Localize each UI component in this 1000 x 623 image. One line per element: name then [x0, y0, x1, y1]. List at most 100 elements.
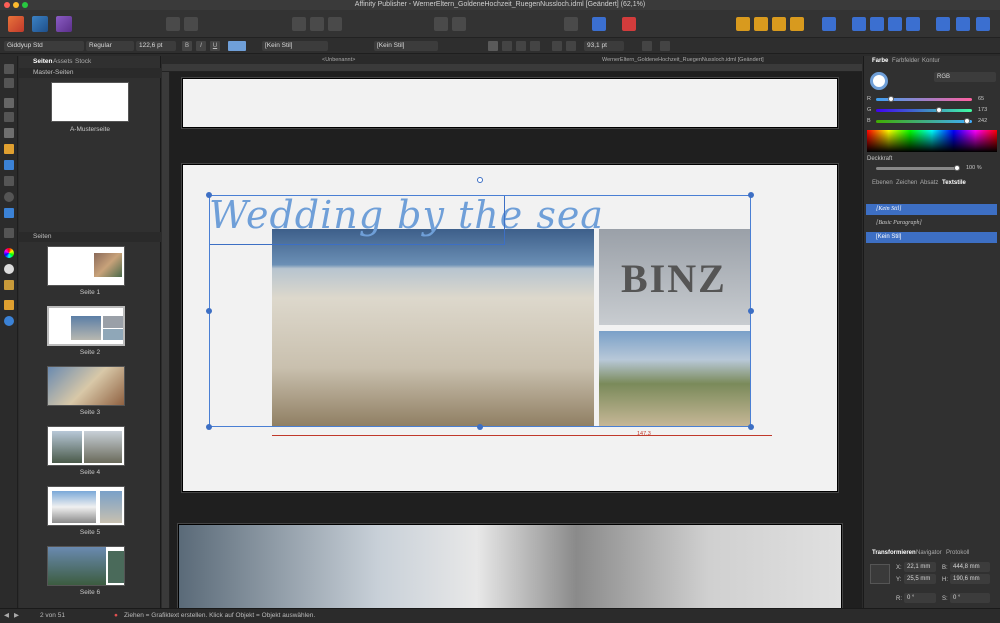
page-thumbnail-2[interactable] — [47, 306, 125, 346]
align-icon[interactable] — [822, 17, 836, 31]
master-pages-header[interactable]: Master-Seiten — [19, 68, 161, 78]
ellipse-frame-tool-icon[interactable] — [4, 192, 14, 202]
artistic-text-tool-icon[interactable] — [4, 128, 14, 138]
selection-handle-mid-left[interactable] — [206, 308, 212, 314]
fill-color-swatch[interactable] — [870, 72, 888, 90]
rotation-handle[interactable] — [477, 177, 483, 183]
fill-tool-icon[interactable] — [4, 248, 14, 258]
pages-header[interactable]: Seiten — [19, 232, 161, 242]
flip-vertical-icon[interactable] — [870, 17, 884, 31]
opacity-slider[interactable] — [876, 167, 960, 170]
vertical-ruler[interactable] — [162, 72, 170, 608]
boolean-intersect-icon[interactable] — [976, 17, 990, 31]
text-color-swatch[interactable] — [228, 41, 246, 51]
numbered-list-button[interactable] — [566, 41, 576, 51]
selection-handle-bottom-right[interactable] — [748, 424, 754, 430]
tab-assets[interactable]: Assets — [53, 58, 73, 65]
width-field[interactable]: 444,8 mm — [950, 562, 990, 572]
boolean-subtract-icon[interactable] — [956, 17, 970, 31]
rotate-left-icon[interactable] — [888, 17, 902, 31]
table-tool-icon[interactable] — [4, 112, 14, 122]
horizontal-ruler[interactable] — [162, 64, 862, 72]
color-model-select[interactable]: RGB — [934, 72, 996, 82]
transparency-tool-icon[interactable] — [4, 264, 14, 274]
x-field[interactable]: 22,1 mm — [904, 562, 936, 572]
spread-page-1[interactable] — [182, 78, 838, 128]
opacity-value[interactable]: 100 % — [966, 165, 982, 171]
place-image-tool-icon[interactable] — [4, 208, 14, 218]
tab-stock[interactable]: Stock — [75, 58, 91, 65]
text-frame-tool-icon[interactable] — [4, 98, 14, 108]
blue-slider-knob[interactable] — [964, 118, 970, 124]
pen-tool-icon[interactable] — [4, 144, 14, 154]
rotate-right-icon[interactable] — [906, 17, 920, 31]
justify-button[interactable] — [530, 41, 540, 51]
character-style-select[interactable]: [Kein Stil] — [262, 41, 328, 51]
selection-handle-mid-right[interactable] — [748, 308, 754, 314]
page-thumbnail-3[interactable] — [47, 366, 125, 406]
zoom-tool-icon[interactable] — [4, 316, 14, 326]
tab-seiten[interactable]: Seiten — [33, 58, 53, 65]
spread-page-3[interactable] — [178, 524, 842, 608]
flip-horizontal-icon[interactable] — [852, 17, 866, 31]
green-value[interactable]: 173 — [978, 107, 987, 113]
move-tool-icon[interactable] — [4, 64, 14, 74]
prev-page-icon[interactable]: ◀ — [4, 609, 9, 623]
text-style-row-1[interactable]: [Kein Stil] — [866, 204, 997, 215]
tab-textstile[interactable]: Textstile — [942, 180, 966, 186]
leading-field[interactable]: 93,1 pt — [584, 41, 624, 51]
paragraph-style-select[interactable]: [Kein Stil] — [374, 41, 438, 51]
page-thumbnail-4[interactable] — [47, 426, 125, 466]
tab-farbfelder[interactable]: Farbfelder — [892, 58, 919, 64]
height-field[interactable]: 190,6 mm — [950, 574, 990, 584]
close-window-button[interactable] — [4, 2, 10, 8]
zoom-window-button[interactable] — [22, 2, 28, 8]
selection-handle-top-right[interactable] — [748, 192, 754, 198]
arrange-forward-icon[interactable] — [772, 17, 786, 31]
opacity-slider-knob[interactable] — [954, 165, 960, 171]
view-mode-preview-button[interactable] — [328, 17, 342, 31]
tab-zeichen[interactable]: Zeichen — [896, 180, 917, 186]
view-mode-bleed-button[interactable] — [310, 17, 324, 31]
tab-farbe[interactable]: Farbe — [872, 58, 888, 64]
view-toggle-button[interactable] — [564, 17, 578, 31]
rotation-field[interactable]: 0 ° — [904, 593, 936, 603]
tab-transformieren[interactable]: Transformieren — [872, 550, 916, 556]
y-field[interactable]: 25,5 mm — [904, 574, 936, 584]
underline-button[interactable]: U — [210, 41, 220, 51]
arrange-backward-icon[interactable] — [754, 17, 768, 31]
text-frame-button[interactable] — [642, 41, 652, 51]
font-info-button[interactable] — [660, 41, 670, 51]
next-page-icon[interactable]: ▶ — [14, 609, 19, 623]
color-picker-tool-icon[interactable] — [4, 280, 14, 290]
doc-tab-current[interactable]: WernerEltern_GoldeneHochzeit_RuegenNussl… — [602, 56, 764, 64]
insert-page-button[interactable] — [434, 17, 448, 31]
bullet-list-button[interactable] — [552, 41, 562, 51]
tab-ebenen[interactable]: Ebenen — [872, 180, 893, 186]
rectangle-tool-icon[interactable] — [4, 160, 14, 170]
doc-tab-untitled[interactable]: <Unbenannt> — [322, 56, 355, 64]
assets-button[interactable] — [184, 17, 198, 31]
red-value[interactable]: 65 — [978, 96, 984, 102]
text-style-row-3[interactable]: [Kein Stil] — [866, 232, 997, 243]
tab-kontur[interactable]: Kontur — [922, 58, 940, 64]
italic-button[interactable]: I — [196, 41, 206, 51]
align-center-button[interactable] — [502, 41, 512, 51]
selection-handle-bottom-mid[interactable] — [477, 424, 483, 430]
blue-slider[interactable] — [876, 120, 972, 123]
snapping-magnet-icon[interactable] — [622, 17, 636, 31]
page-thumbnail-5[interactable] — [47, 486, 125, 526]
picture-frame-tool-icon[interactable] — [4, 176, 14, 186]
move-page-button[interactable] — [452, 17, 466, 31]
bold-button[interactable]: B — [182, 41, 192, 51]
frame-text-button[interactable] — [592, 17, 606, 31]
tab-protokoll[interactable]: Protokoll — [946, 550, 969, 556]
font-style-select[interactable]: Regular — [86, 41, 134, 51]
tab-navigator[interactable]: Navigator — [916, 550, 942, 556]
node-tool-icon[interactable] — [4, 78, 14, 88]
publisher-persona-icon[interactable] — [56, 16, 72, 32]
minimize-window-button[interactable] — [13, 2, 19, 8]
designer-persona-icon[interactable] — [8, 16, 24, 32]
selection-handle-top-left[interactable] — [206, 192, 212, 198]
crop-tool-icon[interactable] — [4, 228, 14, 238]
